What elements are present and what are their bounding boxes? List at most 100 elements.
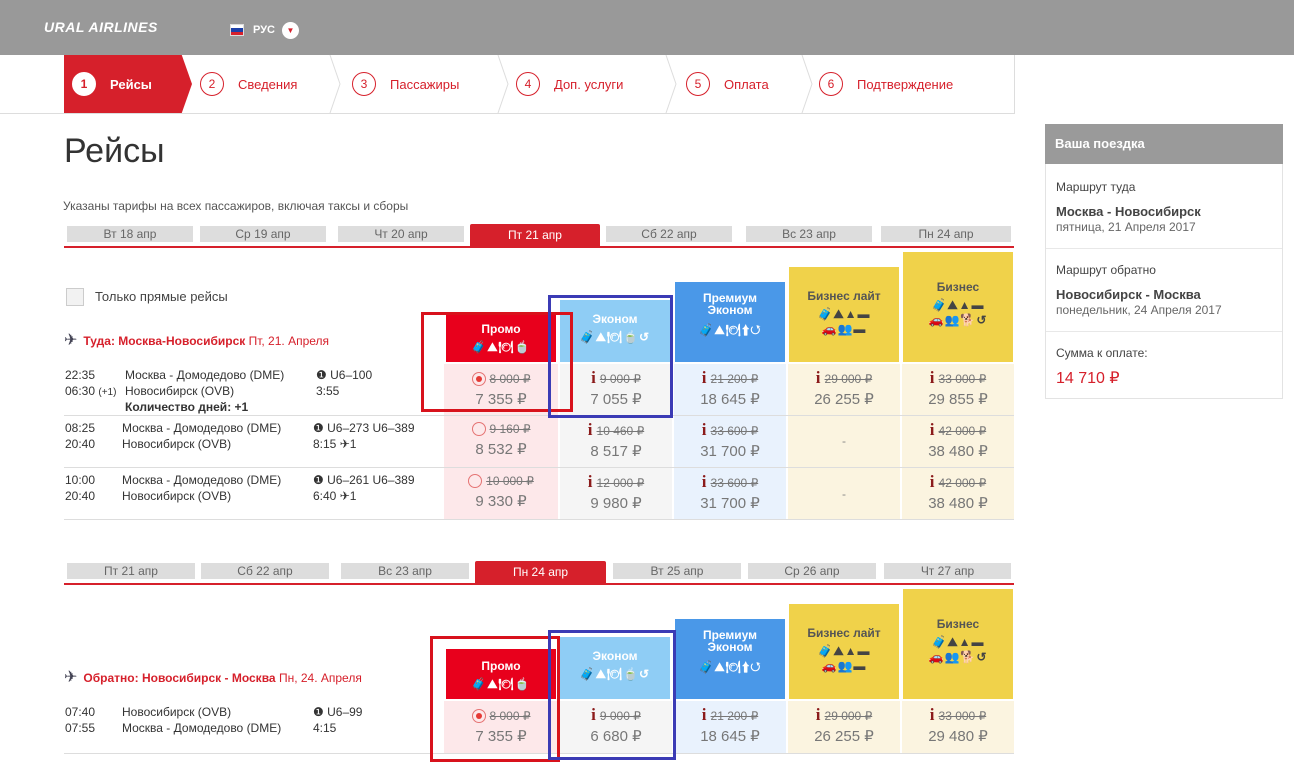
flight-number[interactable]: ❶ U6–99 4:15 (313, 704, 362, 736)
outbound-route-label: Маршрут туда (1056, 180, 1136, 194)
info-icon[interactable]: i (588, 420, 593, 439)
fare-cell-promo[interactable]: 10 000 ₽9 330 ₽ (444, 472, 558, 510)
baggage-meal-icon: 🧳⛰▲▬ 🚗👥🐕↺ (928, 298, 988, 327)
fare-cell-econom[interactable]: i 12 000 ₽9 980 ₽ (560, 472, 672, 512)
date-tabs-outbound: Вт 18 апр Ср 19 апр Чт 20 апр Пт 21 апр … (64, 224, 1014, 248)
airline-logo[interactable]: URAL AIRLINES (44, 19, 158, 35)
language-label[interactable]: РУС (253, 24, 275, 36)
page-title: Рейсы (64, 132, 165, 170)
fare-unavailable: - (842, 434, 846, 448)
date-tab[interactable]: Вт 18 апр (67, 226, 193, 242)
date-tab[interactable]: Сб 22 апр (201, 563, 329, 579)
date-tab[interactable]: Пн 24 апр (881, 226, 1011, 242)
fare-cell-business-lite[interactable]: i 29 000 ₽26 255 ₽ (788, 368, 900, 408)
step-confirmation[interactable]: 6 Подтверждение (819, 55, 999, 113)
flight-times: 22:35 06:30 (+1) (65, 368, 117, 398)
date-tab[interactable]: Пт 21 апр (67, 563, 195, 579)
date-tab[interactable]: Чт 27 апр (884, 563, 1011, 579)
info-icon[interactable]: i (702, 472, 707, 491)
fare-header-business: Бизнес 🧳⛰▲▬ 🚗👥🐕↺ (903, 589, 1013, 699)
flight-number[interactable]: ❶ U6–261 U6–389 6:40 ✈1 (313, 472, 415, 504)
flight-route: Москва - Домодедово (DME) Новосибирск (OV… (122, 421, 282, 451)
fare-cell-business[interactable]: i 33 000 ₽29 480 ₽ (902, 705, 1014, 745)
info-icon[interactable]: i (588, 472, 593, 491)
date-tab[interactable]: Ср 19 апр (200, 226, 326, 242)
info-icon[interactable]: i (930, 472, 935, 491)
outbound-date: пятница, 21 Апреля 2017 (1056, 220, 1196, 234)
baggage-meal-icon: 🧳⛰▲▬ 🚗👥▬ (817, 307, 871, 336)
step-flights[interactable]: 1 Рейсы (64, 55, 192, 113)
plane-icon: ✈ (339, 489, 350, 503)
date-tab[interactable]: Чт 20 апр (338, 226, 464, 242)
fare-cell-premium[interactable]: i 21 200 ₽18 645 ₽ (674, 705, 786, 745)
info-icon[interactable]: i (930, 705, 935, 724)
outbound-route: Москва - Новосибирск (1056, 204, 1201, 219)
row-divider (64, 415, 1014, 416)
highlight-box-blue (548, 630, 676, 760)
total-label: Сумма к оплате: (1056, 346, 1148, 360)
price-note: Указаны тарифы на всех пассажиров, включ… (63, 199, 409, 213)
flight-number[interactable]: ❶ U6–100 3:55 (316, 367, 372, 399)
step-passengers[interactable]: 3 Пассажиры (352, 55, 502, 113)
info-icon[interactable]: ❶ (313, 473, 324, 487)
info-icon[interactable]: i (702, 368, 707, 387)
info-icon[interactable]: i (930, 420, 935, 439)
chevron-down-icon[interactable]: ▼ (282, 22, 299, 39)
russia-flag-icon (230, 24, 244, 36)
radio-button[interactable] (471, 421, 486, 436)
radio-button[interactable] (468, 473, 483, 488)
date-tab[interactable]: Вс 23 апр (341, 563, 469, 579)
info-icon[interactable]: i (930, 368, 935, 387)
fare-header-business-lite: Бизнес лайт 🧳⛰▲▬ 🚗👥▬ (789, 267, 899, 362)
fare-cell-business-lite[interactable]: i 29 000 ₽26 255 ₽ (788, 705, 900, 745)
flight-number[interactable]: ❶ U6–273 U6–389 8:15 ✈1 (313, 420, 415, 452)
fare-cell-premium[interactable]: i 21 200 ₽18 645 ₽ (674, 368, 786, 408)
divider (1046, 331, 1282, 332)
plane-icon: ✈ (339, 437, 350, 451)
baggage-meal-icon: 🧳⛰🍽⬆↺ (698, 660, 762, 674)
plane-icon: ✈ (64, 332, 78, 349)
date-tab[interactable]: Ср 26 апр (748, 563, 876, 579)
fare-cell-promo[interactable]: 9 160 ₽8 532 ₽ (444, 420, 558, 458)
date-tabs-return: Пт 21 апр Сб 22 апр Вс 23 апр Пн 24 апр … (64, 561, 1014, 585)
return-heading: ✈ Обратно: Новосибирск - Москва Пн, 24. А… (64, 669, 362, 686)
date-tab[interactable]: Вт 25 апр (613, 563, 741, 579)
baggage-meal-icon: 🧳⛰▲▬ 🚗👥🐕↺ (928, 635, 988, 664)
fare-cell-business[interactable]: i 33 000 ₽29 855 ₽ (902, 368, 1014, 408)
step-extras[interactable]: 4 Доп. услуги (516, 55, 666, 113)
direct-only-checkbox[interactable] (66, 288, 84, 306)
highlight-box-red (430, 636, 560, 762)
top-bar (0, 0, 1294, 55)
info-icon[interactable]: ❶ (313, 421, 324, 435)
fare-cell-business[interactable]: i 42 000 ₽38 480 ₽ (902, 472, 1014, 512)
fare-cell-premium[interactable]: i 33 600 ₽31 700 ₽ (674, 420, 786, 460)
date-tab-active[interactable]: Пн 24 апр (475, 561, 606, 583)
info-icon[interactable]: i (816, 368, 821, 387)
booking-steps: 1 Рейсы 2 Сведения 3 Пассажиры 4 Доп. услуги… (0, 55, 1015, 114)
flight-times: 10:00 20:40 (65, 473, 96, 503)
date-tab-active[interactable]: Пт 21 апр (470, 224, 600, 246)
fare-cell-econom[interactable]: i 10 460 ₽8 517 ₽ (560, 420, 672, 460)
date-tab[interactable]: Вс 23 апр (746, 226, 872, 242)
fare-cell-premium[interactable]: i 33 600 ₽31 700 ₽ (674, 472, 786, 512)
highlight-box-blue (548, 295, 673, 418)
info-icon[interactable]: i (702, 705, 707, 724)
flight-route: Новосибирск (OVB) Москва - Домодедово (DM… (122, 705, 282, 735)
fare-header-business-lite: Бизнес лайт 🧳⛰▲▬ 🚗👥▬ (789, 604, 899, 699)
info-icon[interactable]: ❶ (313, 705, 324, 719)
flight-route: Москва - Домодедово (DME) Новосибирск (OV… (122, 473, 282, 503)
fare-header-premium: Премиум Эконом 🧳⛰🍽⬆↺ (675, 619, 785, 699)
total-amount: 14 710 ₽ (1056, 370, 1120, 387)
info-icon[interactable]: i (816, 705, 821, 724)
info-icon[interactable]: i (702, 420, 707, 439)
row-divider (64, 467, 1014, 468)
fare-cell-business[interactable]: i 42 000 ₽38 480 ₽ (902, 420, 1014, 460)
flight-times: 08:25 20:40 (65, 421, 96, 451)
step-separator (665, 55, 677, 113)
baggage-meal-icon: 🧳⛰🍽⬆↺ (698, 323, 762, 337)
outbound-heading: ✈ Туда: Москва-Новосибирск Пт, 21. Апреля (64, 332, 330, 349)
step-details[interactable]: 2 Сведения (200, 55, 330, 113)
date-tab[interactable]: Сб 22 апр (606, 226, 732, 242)
info-icon[interactable]: ❶ (316, 368, 327, 382)
step-payment[interactable]: 5 Оплата (686, 55, 806, 113)
